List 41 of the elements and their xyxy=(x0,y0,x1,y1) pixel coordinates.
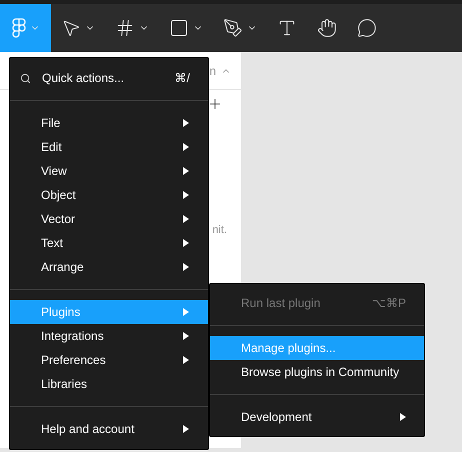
menu-item[interactable]: Object xyxy=(10,183,208,207)
submenu-arrow-icon xyxy=(183,263,189,271)
menu-item[interactable]: Text xyxy=(10,231,208,255)
menu-item[interactable]: Help and account xyxy=(10,417,208,441)
submenu-arrow-icon xyxy=(183,143,189,151)
submenu-arrow-icon xyxy=(183,119,189,127)
menu-item[interactable]: View xyxy=(10,159,208,183)
menu-item[interactable]: File xyxy=(10,111,208,135)
submenu-arrow-icon xyxy=(183,308,189,316)
submenu-item[interactable]: Development xyxy=(210,405,424,429)
quick-actions-item[interactable]: Quick actions... ⌘/ xyxy=(10,66,208,90)
menu-item[interactable]: Preferences xyxy=(10,348,208,372)
menu-item[interactable]: Integrations xyxy=(10,324,208,348)
hand-icon xyxy=(317,18,337,38)
panel-header-text: n xyxy=(209,62,216,80)
submenu-arrow-icon xyxy=(183,215,189,223)
submenu-arrow-icon xyxy=(183,425,189,433)
plus-icon xyxy=(207,96,223,112)
submenu-arrow-icon xyxy=(183,332,189,340)
panel-body-text: nit. xyxy=(212,223,227,238)
submenu-arrow-icon xyxy=(183,239,189,247)
submenu-arrow-icon xyxy=(183,167,189,175)
submenu-arrow-icon xyxy=(400,413,406,421)
submenu-item[interactable]: Browse plugins in Community xyxy=(210,360,424,384)
frame-icon xyxy=(115,18,135,38)
shortcut-text: ⌥⌘P xyxy=(372,295,406,312)
text-icon xyxy=(277,18,297,38)
menu-item[interactable]: Edit xyxy=(10,135,208,159)
search-icon xyxy=(20,72,31,84)
shortcut-text: ⌘/ xyxy=(174,70,190,87)
comment-icon xyxy=(357,18,377,38)
quick-actions-label: Quick actions... xyxy=(42,70,126,87)
pen-icon xyxy=(223,18,243,38)
pointer-icon xyxy=(61,18,81,38)
menu-item[interactable]: Libraries xyxy=(10,372,208,396)
logo-icon xyxy=(12,18,26,38)
submenu-arrow-icon xyxy=(183,191,189,199)
square-icon xyxy=(169,18,189,38)
menu-item[interactable]: Vector xyxy=(10,207,208,231)
submenu-arrow-icon xyxy=(183,356,189,364)
menu-item[interactable]: Arrange xyxy=(10,255,208,279)
